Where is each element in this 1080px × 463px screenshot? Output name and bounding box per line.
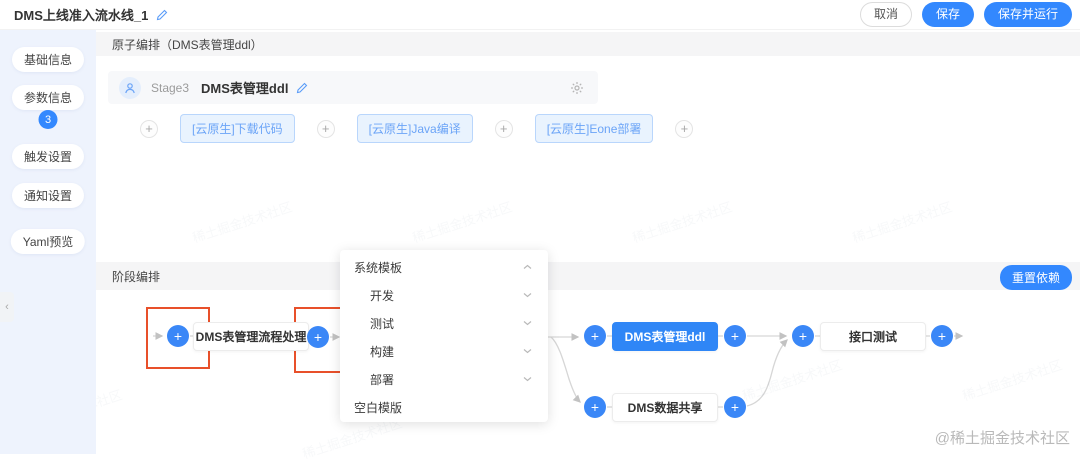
topbar-actions: 取消 保存 保存并运行 [860,2,1072,26]
menu-item-deploy[interactable]: 部署 [340,365,548,393]
add-task-button[interactable]: + [140,120,158,138]
atomic-section-header: 原子编排（DMS表管理ddl） [96,32,1080,56]
stage-node-dms-process[interactable]: DMS表管理流程处理 [193,322,309,351]
watermark-tile: 稀土掘金技术社区 [410,196,515,246]
watermark-tile: 稀土掘金技术社区 [960,354,1065,404]
sidebar-item-trigger-settings[interactable]: 触发设置 [12,144,84,169]
stage-avatar [119,77,141,99]
watermark-tile: 稀土掘金技术社区 [740,354,845,404]
save-button[interactable]: 保存 [922,2,974,26]
watermark-tile: 稀土掘金技术社区 [850,196,955,246]
add-stage-button[interactable]: + [792,325,814,347]
sidebar: 基础信息 参数信息 3 触发设置 通知设置 Yaml预览 [0,30,96,454]
stage-node-dms-data-share[interactable]: DMS数据共享 [612,393,718,422]
chevron-down-icon [523,348,532,354]
task-chip-java-compile[interactable]: [云原生]Java编译 [357,114,473,143]
watermark-tile: 稀土掘金技术社区 [630,196,735,246]
add-stage-button[interactable]: + [307,326,329,348]
atomic-task-row: + [云原生]下载代码 + [云原生]Java编译 + [云原生]Eone部署 … [140,114,693,143]
stage-section-title: 阶段编排 [112,268,160,285]
stage-node-dms-ddl[interactable]: DMS表管理ddl [612,322,718,351]
chevron-down-icon [523,376,532,382]
add-stage-button[interactable]: + [584,325,606,347]
menu-item-blank-template[interactable]: 空白模版 [340,393,548,421]
menu-item-system-template[interactable]: 系统模板 [340,253,548,281]
chevron-up-icon [523,264,532,270]
add-stage-button[interactable]: + [584,396,606,418]
sidebar-item-basic-info[interactable]: 基础信息 [12,47,84,72]
chevron-down-icon [523,292,532,298]
template-dropdown: 系统模板 开发 测试 构建 部署 空白模版 [340,250,548,422]
task-chip-eone-deploy[interactable]: [云原生]Eone部署 [535,114,654,143]
stage-label: Stage3 [151,81,189,95]
save-and-run-button[interactable]: 保存并运行 [984,2,1072,26]
sidebar-item-notification-settings[interactable]: 通知设置 [12,183,84,208]
watermark: @稀土掘金技术社区 [935,427,1070,448]
stage-section-header: 阶段编排 重置依赖 [96,262,1080,290]
cancel-button[interactable]: 取消 [860,2,912,26]
stage-name: DMS表管理ddl [201,78,288,97]
sidebar-item-yaml-preview[interactable]: Yaml预览 [11,229,85,254]
edit-title-icon[interactable] [156,9,168,21]
stage-settings-gear-icon[interactable] [570,81,584,95]
menu-item-test[interactable]: 测试 [340,309,548,337]
sidebar-item-parameter-info[interactable]: 参数信息 [12,85,84,110]
atomic-section-title: 原子编排（DMS表管理ddl） [112,36,263,53]
add-stage-button[interactable]: + [724,396,746,418]
sidebar-collapse-handle[interactable]: ‹ [0,292,14,322]
add-stage-button[interactable]: + [931,325,953,347]
add-task-button[interactable]: + [675,120,693,138]
menu-item-develop[interactable]: 开发 [340,281,548,309]
pipeline-title: DMS上线准入流水线_1 [14,5,148,24]
menu-item-build[interactable]: 构建 [340,337,548,365]
add-stage-button[interactable]: + [167,325,189,347]
add-stage-button[interactable]: + [724,325,746,347]
pipeline-editor: 稀土掘金技术社区 稀土掘金技术社区 稀土掘金技术社区 稀土掘金技术社区 稀土掘金… [0,0,1080,454]
stage-card-header: Stage3 DMS表管理ddl [108,71,598,104]
add-task-button[interactable]: + [495,120,513,138]
parameter-count-badge: 3 [39,110,58,129]
stage-node-api-test[interactable]: 接口测试 [820,322,926,351]
task-chip-download-code[interactable]: [云原生]下载代码 [180,114,295,143]
edit-stage-icon[interactable] [296,82,308,94]
watermark-tile: 稀土掘金技术社区 [190,196,295,246]
add-task-button[interactable]: + [317,120,335,138]
top-bar: DMS上线准入流水线_1 取消 保存 保存并运行 [0,0,1080,30]
chevron-down-icon [523,320,532,326]
reset-dependencies-button[interactable]: 重置依赖 [1000,265,1072,290]
